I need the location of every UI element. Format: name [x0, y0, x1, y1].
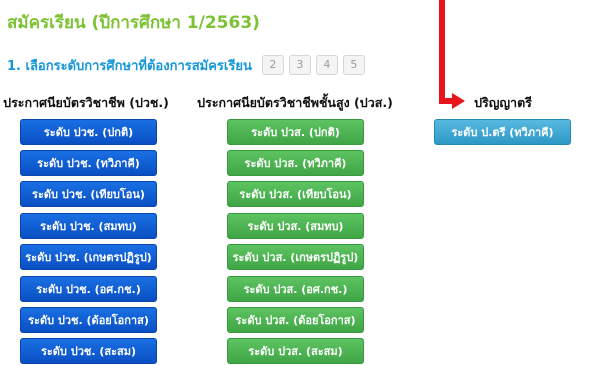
- pvc-transfer-button[interactable]: ระดับ ปวช. (เทียบโอน): [20, 181, 157, 207]
- pvc-agri-reform-button[interactable]: ระดับ ปวช. (เกษตรปฏิรูป): [20, 244, 157, 270]
- bachelor-dual-button[interactable]: ระดับ ป.ตรี (ทวิภาคี): [434, 119, 571, 145]
- step-pagination: 2 3 4 5: [261, 55, 370, 75]
- pvs-transfer-button[interactable]: ระดับ ปวส. (เทียบโอน): [227, 181, 364, 207]
- column-header-pvc: ประกาศนียบัตรวิชาชีพ (ปวช.): [3, 95, 169, 110]
- step-button-4[interactable]: 4: [315, 55, 338, 75]
- pvc-regular-button[interactable]: ระดับ ปวช. (ปกติ): [20, 119, 157, 145]
- page-title: สมัครเรียน (ปีการศึกษา 1/2563): [7, 13, 260, 33]
- step-button-3[interactable]: 3: [288, 55, 311, 75]
- pvs-dual-button[interactable]: ระดับ ปวส. (ทวิภาคี): [227, 150, 364, 176]
- pvc-underprivileged-button[interactable]: ระดับ ปวช. (ด้อยโอกาส): [20, 307, 157, 333]
- column-header-pvs: ประกาศนียบัตรวิชาชีพชั้นสูง (ปวส.): [197, 95, 393, 110]
- pvc-dual-button[interactable]: ระดับ ปวช. (ทวิภาคี): [20, 150, 157, 176]
- pvs-ossk-button[interactable]: ระดับ ปวส. (อศ.กช.): [227, 276, 364, 302]
- pvs-regular-button[interactable]: ระดับ ปวส. (ปกติ): [227, 119, 364, 145]
- pvs-accumulate-button[interactable]: ระดับ ปวส. (สะสม): [227, 338, 364, 364]
- pvc-ossk-button[interactable]: ระดับ ปวช. (อศ.กช.): [20, 276, 157, 302]
- pvc-affiliate-button[interactable]: ระดับ ปวช. (สมทบ): [20, 213, 157, 239]
- pvc-accumulate-button[interactable]: ระดับ ปวช. (สะสม): [20, 338, 157, 364]
- pvs-agri-reform-button[interactable]: ระดับ ปวส. (เกษตรปฏิรูป): [227, 244, 364, 270]
- pvs-affiliate-button[interactable]: ระดับ ปวส. (สมทบ): [227, 213, 364, 239]
- step-label: 1. เลือกระดับการศึกษาที่ต้องการสมัครเรีย…: [7, 58, 252, 74]
- pvs-underprivileged-button[interactable]: ระดับ ปวส. (ด้อยโอกาส): [227, 307, 364, 333]
- step-button-5[interactable]: 5: [342, 55, 365, 75]
- step-button-2[interactable]: 2: [261, 55, 284, 75]
- step-row: 1. เลือกระดับการศึกษาที่ต้องการสมัครเรีย…: [7, 54, 370, 76]
- column-header-bachelor: ปริญญาตรี: [474, 95, 532, 110]
